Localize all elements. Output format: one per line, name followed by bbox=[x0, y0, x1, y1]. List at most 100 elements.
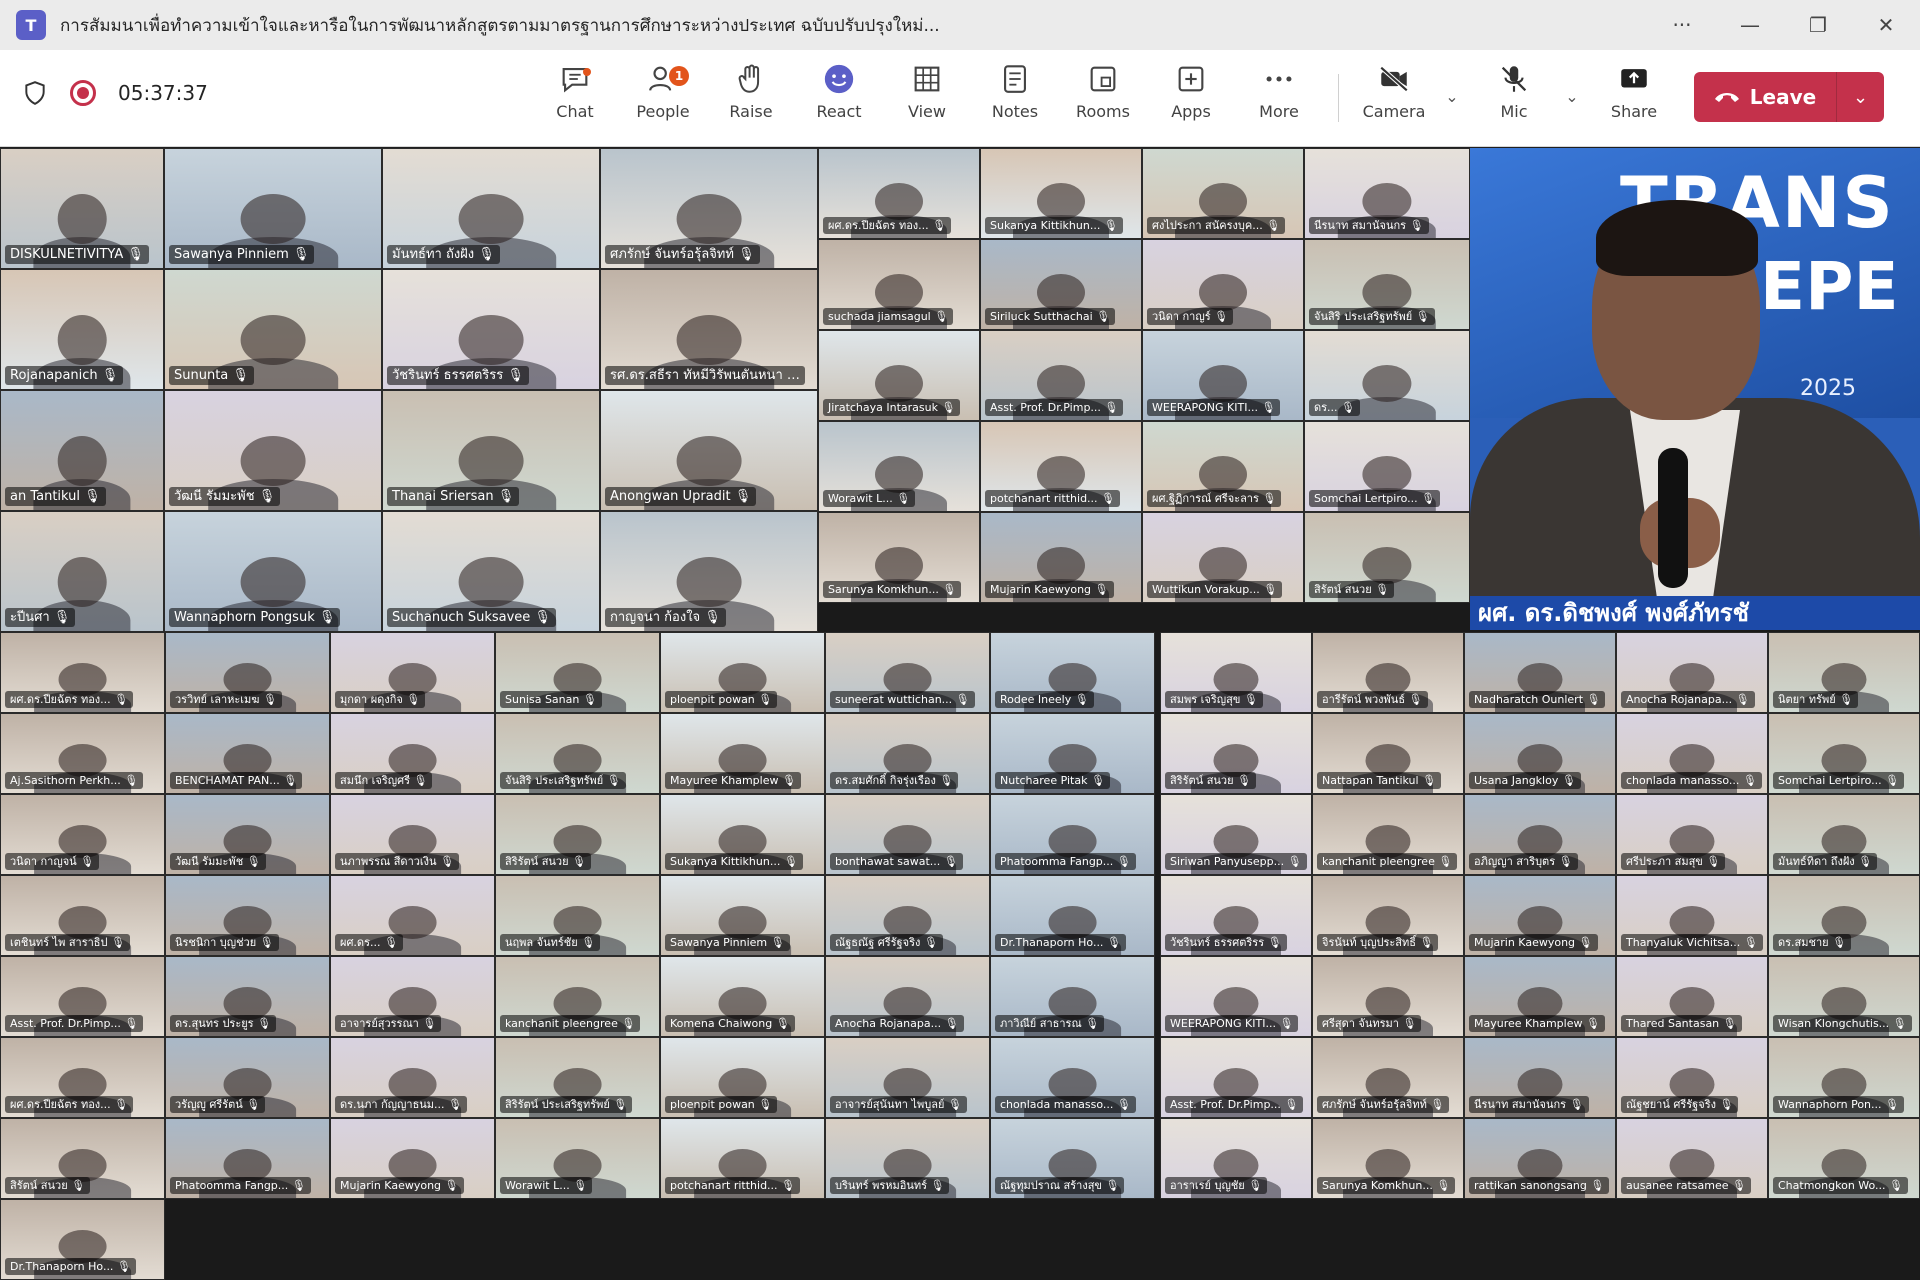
participant-video-tile[interactable]: ผศ.ดร... 🎙 bbox=[330, 875, 495, 956]
participant-video-tile[interactable]: Jiratchaya Intarasuk 🎙 bbox=[818, 330, 980, 421]
participant-video-tile[interactable]: สมพร เจริญสุข 🎙 bbox=[1160, 632, 1312, 713]
more-options-icon[interactable]: ··· bbox=[1648, 0, 1716, 50]
participant-video-tile[interactable]: สมนึก เจริญศรี 🎙 bbox=[330, 713, 495, 794]
participant-video-tile[interactable]: Dr.Thanaporn Ho... 🎙 bbox=[0, 1199, 165, 1280]
participant-video-tile[interactable]: Suchanuch Suksavee 🎙 bbox=[382, 511, 600, 632]
participant-video-tile[interactable]: DISKULNETIVITYA 🎙 bbox=[0, 148, 164, 269]
participant-video-tile[interactable]: Thared Santasan 🎙 bbox=[1616, 956, 1768, 1037]
mic-button[interactable]: Mic bbox=[1474, 62, 1554, 138]
participant-video-tile[interactable]: ศภรักษ์ จันทร์อรุ้ลจิทท์ 🎙 bbox=[1312, 1037, 1464, 1118]
participant-video-tile[interactable]: ดร... 🎙 bbox=[1304, 330, 1470, 421]
participant-video-tile[interactable]: ดร.สุนทร ประยูร 🎙 bbox=[165, 956, 330, 1037]
participant-video-tile[interactable]: Worawit L... 🎙 bbox=[495, 1118, 660, 1199]
notes-button[interactable]: Notes bbox=[975, 62, 1055, 138]
participant-video-tile[interactable]: chonlada manasso... 🎙 bbox=[1616, 713, 1768, 794]
participant-video-tile[interactable]: มันทธ์ทา ถังฝัง 🎙 bbox=[382, 148, 600, 269]
react-button[interactable]: React bbox=[799, 62, 879, 138]
participant-video-tile[interactable]: kanchanit pleengree 🎙 bbox=[495, 956, 660, 1037]
leave-main[interactable]: Leave bbox=[1694, 85, 1836, 109]
participant-video-tile[interactable]: ศงไประกา สนัครงบุค... 🎙 bbox=[1142, 148, 1304, 239]
participant-video-tile[interactable]: ploenpit powan 🎙 bbox=[660, 632, 825, 713]
participant-video-tile[interactable]: Mujarin Kaewyong 🎙 bbox=[1464, 875, 1616, 956]
raise-hand-button[interactable]: Raise bbox=[711, 62, 791, 138]
featured-speaker-video[interactable]: TRANS EPE 2025 ผศ. ดร.ดิชพงศ์ พงศ์ภัทรชั bbox=[1470, 148, 1920, 630]
participant-video-tile[interactable]: วนิดา กาญจน์ 🎙 bbox=[0, 794, 165, 875]
participant-video-tile[interactable]: Komena Chaiwong 🎙 bbox=[660, 956, 825, 1037]
participant-video-tile[interactable]: WEERAPONG KITI... 🎙 bbox=[1142, 330, 1304, 421]
participant-video-tile[interactable]: Sukanya Kittikhun... 🎙 bbox=[660, 794, 825, 875]
participant-video-tile[interactable]: Anocha Rojanapa... 🎙 bbox=[1616, 632, 1768, 713]
people-button[interactable]: 1 People bbox=[623, 62, 703, 138]
participant-video-tile[interactable]: จิรนันท์ บุญประสิทธิ์ 🎙 bbox=[1312, 875, 1464, 956]
participant-video-tile[interactable]: รศ.ดร.สธีรา ทัหมีวิรัพนตันหนา 🎙 bbox=[600, 269, 818, 390]
participant-video-tile[interactable]: rattikan sanongsang 🎙 bbox=[1464, 1118, 1616, 1199]
participant-video-tile[interactable]: เตชินทร์ ไพ สาราธิป 🎙 bbox=[0, 875, 165, 956]
participant-video-tile[interactable]: Worawit L... 🎙 bbox=[818, 421, 980, 512]
participant-video-tile[interactable]: วัฒนี รัมมะพัช 🎙 bbox=[165, 794, 330, 875]
chat-button[interactable]: Chat bbox=[535, 62, 615, 138]
participant-video-tile[interactable]: Rodee Ineely 🎙 bbox=[990, 632, 1155, 713]
participant-video-tile[interactable]: ณัฐธณัฐ ศรีรัฐจริง 🎙 bbox=[825, 875, 990, 956]
participant-video-tile[interactable]: Somchai Lertpiro... 🎙 bbox=[1304, 421, 1470, 512]
participant-video-tile[interactable]: นภาพรรณ สีดาวเงิน 🎙 bbox=[330, 794, 495, 875]
participant-video-tile[interactable]: วรวิทย์ เลาหะเมฆ 🎙 bbox=[165, 632, 330, 713]
participant-video-tile[interactable]: ภาวิณีย์ สาธารณ 🎙 bbox=[990, 956, 1155, 1037]
participant-video-tile[interactable]: ะปีนศา 🎙 bbox=[0, 511, 164, 632]
participant-video-tile[interactable]: Mayuree Khamplew 🎙 bbox=[1464, 956, 1616, 1037]
participant-video-tile[interactable]: สิรัตน์ สนวย 🎙 bbox=[1304, 512, 1470, 603]
participant-video-tile[interactable]: potchanart ritthid... 🎙 bbox=[980, 421, 1142, 512]
participant-video-tile[interactable]: จันสิริ ประเสริฐทรัพย์ 🎙 bbox=[1304, 239, 1470, 330]
participant-video-tile[interactable]: Nutcharee Pitak 🎙 bbox=[990, 713, 1155, 794]
participant-video-tile[interactable]: อภิญญา สาริบุตร 🎙 bbox=[1464, 794, 1616, 875]
participant-video-tile[interactable]: วัฒนี รัมมะพัช 🎙 bbox=[164, 390, 382, 511]
participant-video-tile[interactable]: Sukanya Kittikhun... 🎙 bbox=[980, 148, 1142, 239]
participant-video-tile[interactable]: สิรัตน์ สนวย 🎙 bbox=[0, 1118, 165, 1199]
participant-video-tile[interactable]: chonlada manasso... 🎙 bbox=[990, 1037, 1155, 1118]
participant-video-tile[interactable]: ดร.สมชาย 🎙 bbox=[1768, 875, 1920, 956]
apps-button[interactable]: Apps bbox=[1151, 62, 1231, 138]
participant-video-tile[interactable]: บรินทร์ พรหมอินทร์ 🎙 bbox=[825, 1118, 990, 1199]
share-button[interactable]: Share bbox=[1594, 62, 1674, 138]
participant-video-tile[interactable]: กาญจนา ก้องใจ 🎙 bbox=[600, 511, 818, 632]
participant-video-tile[interactable]: Nattapan Tantikul 🎙 bbox=[1312, 713, 1464, 794]
leave-options-chevron-down-icon[interactable]: ⌄ bbox=[1837, 87, 1884, 108]
participant-video-tile[interactable]: ausanee ratsamee 🎙 bbox=[1616, 1118, 1768, 1199]
participant-video-tile[interactable]: ศรีประภา สมสุข 🎙 bbox=[1616, 794, 1768, 875]
rooms-button[interactable]: Rooms bbox=[1063, 62, 1143, 138]
participant-video-tile[interactable]: Rojanapanich 🎙 bbox=[0, 269, 164, 390]
participant-video-tile[interactable]: Wisan Klongchutis... 🎙 bbox=[1768, 956, 1920, 1037]
participant-video-tile[interactable]: Thanai Sriersan 🎙 bbox=[382, 390, 600, 511]
participant-video-tile[interactable]: มุกดา ผดุงกิจ 🎙 bbox=[330, 632, 495, 713]
participant-video-tile[interactable]: ผศ.ดร.ปียฉัตร ทอง... 🎙 bbox=[818, 148, 980, 239]
participant-video-tile[interactable]: ผศ.ดร.ปียฉัตร ทอง... 🎙 bbox=[0, 1037, 165, 1118]
participant-video-tile[interactable]: สิริรัตน์ ประเสริฐทรัพย์ 🎙 bbox=[495, 1037, 660, 1118]
participant-video-tile[interactable]: Asst. Prof. Dr.Pimp... 🎙 bbox=[0, 956, 165, 1037]
restore-icon[interactable]: ❐ bbox=[1784, 0, 1852, 50]
participant-video-tile[interactable]: suchada jiamsagul 🎙 bbox=[818, 239, 980, 330]
participant-video-tile[interactable]: มันทธ์ทิดา ถึงฝัง 🎙 bbox=[1768, 794, 1920, 875]
participant-video-tile[interactable]: an Tantikul 🎙 bbox=[0, 390, 164, 511]
participant-video-tile[interactable]: Mayuree Khamplew 🎙 bbox=[660, 713, 825, 794]
participant-video-tile[interactable]: นีรนาท สมานัจนกร 🎙 bbox=[1304, 148, 1470, 239]
participant-video-tile[interactable]: Wuttikun Vorakup... 🎙 bbox=[1142, 512, 1304, 603]
participant-video-tile[interactable]: ดร.นภา กัญญาธนม... 🎙 bbox=[330, 1037, 495, 1118]
participant-video-tile[interactable]: WEERAPONG KITI... 🎙 bbox=[1160, 956, 1312, 1037]
mic-options-chevron-down-icon[interactable]: ⌄ bbox=[1560, 84, 1584, 108]
participant-video-tile[interactable]: kanchanit pleengree 🎙 bbox=[1312, 794, 1464, 875]
participant-video-tile[interactable]: ploenpit powan 🎙 bbox=[660, 1037, 825, 1118]
participant-video-tile[interactable]: Dr.Thanaporn Ho... 🎙 bbox=[990, 875, 1155, 956]
participant-video-tile[interactable]: Mujarin Kaewyong 🎙 bbox=[980, 512, 1142, 603]
participant-video-tile[interactable]: วัชรินทร์ ธรรศตริรร 🎙 bbox=[1160, 875, 1312, 956]
participant-video-tile[interactable]: Usana Jangkloy 🎙 bbox=[1464, 713, 1616, 794]
participant-video-tile[interactable]: ดร.สมศักดิ์ กิจรุ่งเรือง 🎙 bbox=[825, 713, 990, 794]
participant-video-tile[interactable]: Aj.Sasithorn Perkh... 🎙 bbox=[0, 713, 165, 794]
participant-video-tile[interactable]: potchanart ritthid... 🎙 bbox=[660, 1118, 825, 1199]
participant-video-tile[interactable]: Siriluck Sutthachai 🎙 bbox=[980, 239, 1142, 330]
participant-video-tile[interactable]: ณัฐทุมปราณ สร้างสุข 🎙 bbox=[990, 1118, 1155, 1199]
close-icon[interactable]: ✕ bbox=[1852, 0, 1920, 50]
participant-video-tile[interactable]: Sawanya Pinniem 🎙 bbox=[660, 875, 825, 956]
participant-video-tile[interactable]: bonthawat sawat... 🎙 bbox=[825, 794, 990, 875]
camera-options-chevron-down-icon[interactable]: ⌄ bbox=[1440, 84, 1464, 108]
view-button[interactable]: View bbox=[887, 62, 967, 138]
participant-video-tile[interactable]: Asst. Prof. Dr.Pimp... 🎙 bbox=[1160, 1037, 1312, 1118]
